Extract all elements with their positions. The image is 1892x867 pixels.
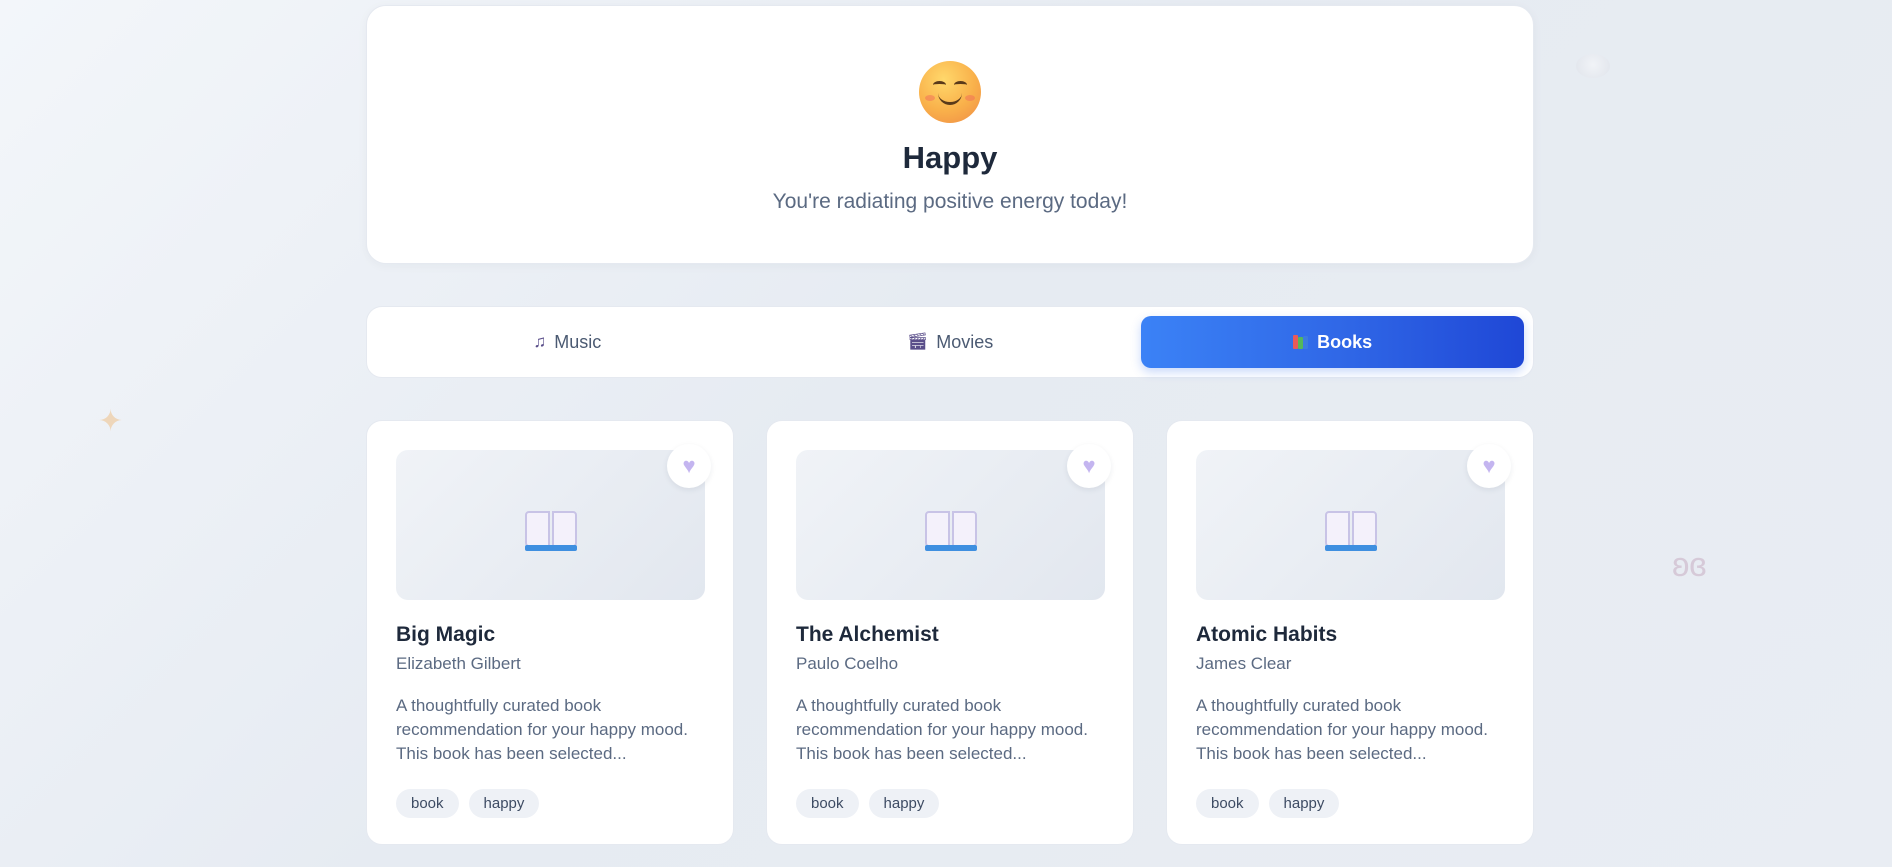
tag-list: book happy bbox=[396, 789, 704, 818]
book-cover: ♥ bbox=[796, 444, 1111, 600]
card-description: A thoughtfully curated book recommendati… bbox=[796, 696, 1088, 763]
cloud-icon bbox=[1576, 54, 1610, 78]
card-description: A thoughtfully curated book recommendati… bbox=[396, 696, 688, 763]
recommendation-grid: ♥ Big Magic Elizabeth Gilbert A thoughtf… bbox=[366, 420, 1534, 845]
tab-books[interactable]: Books bbox=[1141, 316, 1525, 368]
tag: book bbox=[796, 789, 859, 818]
card-author: James Clear bbox=[1196, 654, 1292, 673]
card-author: Elizabeth Gilbert bbox=[396, 654, 521, 673]
tab-label: Music bbox=[554, 331, 602, 352]
tab-music[interactable]: ♫ Music bbox=[376, 316, 759, 368]
favorite-button[interactable]: ♥ bbox=[1467, 444, 1511, 488]
music-note-icon: ♫ bbox=[533, 332, 547, 351]
tag: happy bbox=[868, 789, 940, 818]
favorite-button[interactable]: ♥ bbox=[1067, 444, 1111, 488]
card-title: Atomic Habits bbox=[1196, 623, 1338, 646]
card-description: A thoughtfully curated book recommendati… bbox=[1196, 696, 1488, 763]
tag-list: book happy bbox=[1196, 789, 1504, 818]
book-card[interactable]: ♥ Atomic Habits James Clear A thoughtful… bbox=[1166, 420, 1534, 845]
book-cover: ♥ bbox=[1196, 444, 1511, 600]
heart-icon: ♥ bbox=[682, 453, 696, 478]
mood-title: Happy bbox=[902, 140, 998, 175]
tag: happy bbox=[468, 789, 540, 818]
book-cover: ♥ bbox=[396, 444, 711, 600]
book-card[interactable]: ♥ Big Magic Elizabeth Gilbert A thoughtf… bbox=[366, 420, 734, 845]
clapperboard-icon: 🎬︎ bbox=[906, 332, 929, 351]
favorite-button[interactable]: ♥ bbox=[667, 444, 711, 488]
open-book-icon bbox=[924, 511, 977, 551]
open-book-icon bbox=[524, 511, 577, 551]
mood-subtitle: You're radiating positive energy today! bbox=[772, 190, 1128, 213]
card-title: The Alchemist bbox=[796, 623, 939, 646]
tab-label: Movies bbox=[936, 331, 994, 352]
mood-card: Happy You're radiating positive energy t… bbox=[366, 5, 1534, 264]
tab-label: Books bbox=[1317, 331, 1373, 352]
butterfly-icon: ʚɞ bbox=[1672, 546, 1707, 584]
sparkle-icon: ✦ bbox=[98, 405, 124, 438]
heart-icon: ♥ bbox=[1082, 453, 1096, 478]
books-icon bbox=[1293, 335, 1309, 349]
page: ✦ ʚɞ Happy You're radiating positive ene… bbox=[0, 0, 1892, 867]
tag-list: book happy bbox=[796, 789, 1104, 818]
tab-movies[interactable]: 🎬︎ Movies bbox=[759, 316, 1142, 368]
tag: book bbox=[396, 789, 459, 818]
tag: book bbox=[1196, 789, 1259, 818]
card-author: Paulo Coelho bbox=[796, 654, 899, 673]
book-card[interactable]: ♥ The Alchemist Paulo Coelho A thoughtfu… bbox=[766, 420, 1134, 845]
category-tabs: ♫ Music 🎬︎ Movies Books bbox=[366, 306, 1534, 378]
heart-icon: ♥ bbox=[1482, 453, 1496, 478]
card-title: Big Magic bbox=[396, 623, 496, 646]
open-book-icon bbox=[1324, 511, 1377, 551]
smiling-face-icon bbox=[919, 61, 981, 123]
tag: happy bbox=[1268, 789, 1340, 818]
